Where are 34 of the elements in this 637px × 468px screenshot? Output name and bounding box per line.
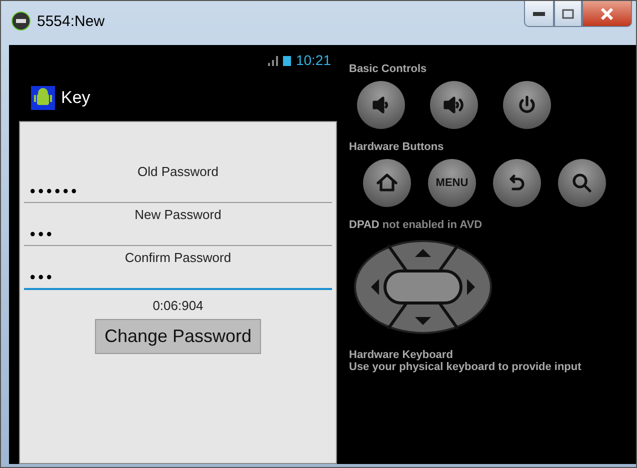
close-icon xyxy=(600,8,614,20)
battery-icon xyxy=(282,54,291,66)
timer-text: 0:06:904 xyxy=(152,298,204,313)
password-field[interactable]: ••• xyxy=(24,265,332,290)
menu-button[interactable]: MENU xyxy=(428,159,476,207)
search-icon xyxy=(570,171,594,195)
minimize-icon xyxy=(533,12,545,16)
section-heading: Hardware Buttons xyxy=(349,141,445,153)
home-button[interactable] xyxy=(363,159,411,207)
field-label: Confirm Password xyxy=(124,250,232,265)
change-password-button[interactable]: Change Password xyxy=(95,319,261,354)
search-button[interactable] xyxy=(558,159,606,207)
back-button[interactable] xyxy=(493,159,541,207)
password-field[interactable]: •••••• xyxy=(24,179,332,203)
password-field[interactable]: ••• xyxy=(24,222,332,246)
field-label: New Password xyxy=(134,207,222,222)
keyboard-heading: Hardware Keyboard xyxy=(349,349,454,361)
power-button[interactable] xyxy=(503,81,551,129)
volume-down-button[interactable] xyxy=(357,81,405,129)
maximize-icon xyxy=(562,8,574,18)
app-icon xyxy=(11,11,31,31)
section-heading: Basic Controls xyxy=(349,63,428,75)
window-title: 5554:New xyxy=(37,13,105,30)
maximize-button[interactable] xyxy=(554,1,582,27)
app-title: Key xyxy=(61,88,90,108)
close-button[interactable] xyxy=(582,1,632,27)
dpad-note: DPAD not enabled in AVD xyxy=(349,219,484,231)
keyboard-note: Use your physical keyboard to provide input xyxy=(349,361,582,373)
field-label: Old Password xyxy=(138,164,218,179)
signal-icon xyxy=(268,54,278,66)
volume-up-button[interactable] xyxy=(430,81,478,129)
clock-time: 10:21 xyxy=(296,52,331,68)
android-app-icon xyxy=(31,86,55,110)
minimize-button[interactable] xyxy=(524,1,554,27)
